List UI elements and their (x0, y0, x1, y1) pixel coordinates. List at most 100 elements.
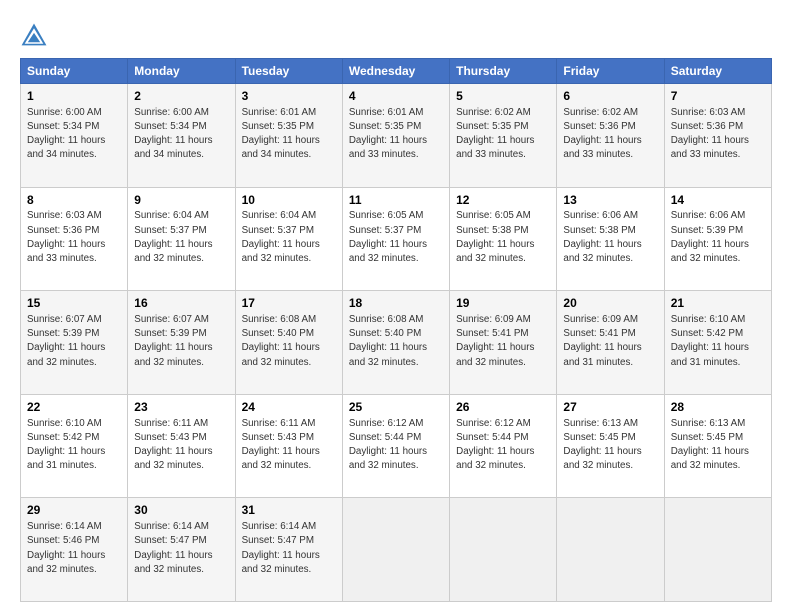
calendar-cell (342, 498, 449, 602)
calendar-cell: 12Sunrise: 6:05 AM Sunset: 5:38 PM Dayli… (450, 187, 557, 291)
day-info: Sunrise: 6:01 AM Sunset: 5:35 PM Dayligh… (242, 106, 336, 163)
day-info: Sunrise: 6:02 AM Sunset: 5:35 PM Dayligh… (456, 106, 550, 163)
week-row-4: 22Sunrise: 6:10 AM Sunset: 5:42 PM Dayli… (21, 394, 772, 498)
day-info: Sunrise: 6:07 AM Sunset: 5:39 PM Dayligh… (134, 313, 228, 370)
day-info: Sunrise: 6:03 AM Sunset: 5:36 PM Dayligh… (27, 209, 121, 266)
page: SundayMondayTuesdayWednesdayThursdayFrid… (0, 0, 792, 612)
column-header-saturday: Saturday (664, 59, 771, 84)
day-info: Sunrise: 6:10 AM Sunset: 5:42 PM Dayligh… (27, 417, 121, 474)
calendar-cell: 4Sunrise: 6:01 AM Sunset: 5:35 PM Daylig… (342, 84, 449, 188)
column-header-thursday: Thursday (450, 59, 557, 84)
calendar-cell (450, 498, 557, 602)
day-info: Sunrise: 6:09 AM Sunset: 5:41 PM Dayligh… (456, 313, 550, 370)
calendar-cell: 28Sunrise: 6:13 AM Sunset: 5:45 PM Dayli… (664, 394, 771, 498)
day-info: Sunrise: 6:10 AM Sunset: 5:42 PM Dayligh… (671, 313, 765, 370)
day-info: Sunrise: 6:11 AM Sunset: 5:43 PM Dayligh… (134, 417, 228, 474)
calendar-cell: 27Sunrise: 6:13 AM Sunset: 5:45 PM Dayli… (557, 394, 664, 498)
day-number: 29 (27, 502, 121, 519)
day-info: Sunrise: 6:02 AM Sunset: 5:36 PM Dayligh… (563, 106, 657, 163)
column-header-tuesday: Tuesday (235, 59, 342, 84)
day-info: Sunrise: 6:08 AM Sunset: 5:40 PM Dayligh… (349, 313, 443, 370)
calendar-cell: 2Sunrise: 6:00 AM Sunset: 5:34 PM Daylig… (128, 84, 235, 188)
column-header-friday: Friday (557, 59, 664, 84)
week-row-1: 1Sunrise: 6:00 AM Sunset: 5:34 PM Daylig… (21, 84, 772, 188)
calendar-table: SundayMondayTuesdayWednesdayThursdayFrid… (20, 58, 772, 602)
day-info: Sunrise: 6:14 AM Sunset: 5:47 PM Dayligh… (134, 520, 228, 577)
logo (20, 22, 52, 50)
day-info: Sunrise: 6:01 AM Sunset: 5:35 PM Dayligh… (349, 106, 443, 163)
day-info: Sunrise: 6:11 AM Sunset: 5:43 PM Dayligh… (242, 417, 336, 474)
day-number: 5 (456, 88, 550, 105)
day-number: 16 (134, 295, 228, 312)
calendar-cell: 25Sunrise: 6:12 AM Sunset: 5:44 PM Dayli… (342, 394, 449, 498)
calendar-cell: 15Sunrise: 6:07 AM Sunset: 5:39 PM Dayli… (21, 291, 128, 395)
day-info: Sunrise: 6:14 AM Sunset: 5:46 PM Dayligh… (27, 520, 121, 577)
day-number: 15 (27, 295, 121, 312)
calendar-cell: 1Sunrise: 6:00 AM Sunset: 5:34 PM Daylig… (21, 84, 128, 188)
calendar-cell: 16Sunrise: 6:07 AM Sunset: 5:39 PM Dayli… (128, 291, 235, 395)
day-number: 31 (242, 502, 336, 519)
day-number: 28 (671, 399, 765, 416)
day-info: Sunrise: 6:00 AM Sunset: 5:34 PM Dayligh… (27, 106, 121, 163)
calendar-cell: 8Sunrise: 6:03 AM Sunset: 5:36 PM Daylig… (21, 187, 128, 291)
day-number: 8 (27, 192, 121, 209)
calendar-cell: 5Sunrise: 6:02 AM Sunset: 5:35 PM Daylig… (450, 84, 557, 188)
week-row-3: 15Sunrise: 6:07 AM Sunset: 5:39 PM Dayli… (21, 291, 772, 395)
day-info: Sunrise: 6:12 AM Sunset: 5:44 PM Dayligh… (456, 417, 550, 474)
day-number: 9 (134, 192, 228, 209)
day-number: 30 (134, 502, 228, 519)
day-number: 3 (242, 88, 336, 105)
day-info: Sunrise: 6:03 AM Sunset: 5:36 PM Dayligh… (671, 106, 765, 163)
calendar-cell: 30Sunrise: 6:14 AM Sunset: 5:47 PM Dayli… (128, 498, 235, 602)
calendar-cell: 22Sunrise: 6:10 AM Sunset: 5:42 PM Dayli… (21, 394, 128, 498)
day-number: 2 (134, 88, 228, 105)
day-number: 7 (671, 88, 765, 105)
day-number: 26 (456, 399, 550, 416)
calendar-cell: 19Sunrise: 6:09 AM Sunset: 5:41 PM Dayli… (450, 291, 557, 395)
calendar-cell: 9Sunrise: 6:04 AM Sunset: 5:37 PM Daylig… (128, 187, 235, 291)
day-info: Sunrise: 6:05 AM Sunset: 5:38 PM Dayligh… (456, 209, 550, 266)
day-number: 17 (242, 295, 336, 312)
calendar-cell: 21Sunrise: 6:10 AM Sunset: 5:42 PM Dayli… (664, 291, 771, 395)
calendar-cell: 17Sunrise: 6:08 AM Sunset: 5:40 PM Dayli… (235, 291, 342, 395)
day-info: Sunrise: 6:06 AM Sunset: 5:38 PM Dayligh… (563, 209, 657, 266)
day-number: 18 (349, 295, 443, 312)
day-number: 27 (563, 399, 657, 416)
header-row: SundayMondayTuesdayWednesdayThursdayFrid… (21, 59, 772, 84)
day-number: 24 (242, 399, 336, 416)
calendar-cell: 13Sunrise: 6:06 AM Sunset: 5:38 PM Dayli… (557, 187, 664, 291)
week-row-5: 29Sunrise: 6:14 AM Sunset: 5:46 PM Dayli… (21, 498, 772, 602)
day-number: 1 (27, 88, 121, 105)
day-info: Sunrise: 6:13 AM Sunset: 5:45 PM Dayligh… (671, 417, 765, 474)
day-number: 19 (456, 295, 550, 312)
day-info: Sunrise: 6:04 AM Sunset: 5:37 PM Dayligh… (134, 209, 228, 266)
calendar-cell: 6Sunrise: 6:02 AM Sunset: 5:36 PM Daylig… (557, 84, 664, 188)
logo-icon (20, 22, 48, 50)
calendar-cell: 10Sunrise: 6:04 AM Sunset: 5:37 PM Dayli… (235, 187, 342, 291)
column-header-wednesday: Wednesday (342, 59, 449, 84)
day-info: Sunrise: 6:07 AM Sunset: 5:39 PM Dayligh… (27, 313, 121, 370)
calendar-cell: 20Sunrise: 6:09 AM Sunset: 5:41 PM Dayli… (557, 291, 664, 395)
week-row-2: 8Sunrise: 6:03 AM Sunset: 5:36 PM Daylig… (21, 187, 772, 291)
header (20, 18, 772, 50)
calendar-cell: 14Sunrise: 6:06 AM Sunset: 5:39 PM Dayli… (664, 187, 771, 291)
calendar-cell (664, 498, 771, 602)
day-info: Sunrise: 6:09 AM Sunset: 5:41 PM Dayligh… (563, 313, 657, 370)
calendar-cell: 24Sunrise: 6:11 AM Sunset: 5:43 PM Dayli… (235, 394, 342, 498)
day-number: 13 (563, 192, 657, 209)
calendar-cell: 11Sunrise: 6:05 AM Sunset: 5:37 PM Dayli… (342, 187, 449, 291)
calendar-cell: 3Sunrise: 6:01 AM Sunset: 5:35 PM Daylig… (235, 84, 342, 188)
day-info: Sunrise: 6:13 AM Sunset: 5:45 PM Dayligh… (563, 417, 657, 474)
calendar-cell: 7Sunrise: 6:03 AM Sunset: 5:36 PM Daylig… (664, 84, 771, 188)
day-info: Sunrise: 6:04 AM Sunset: 5:37 PM Dayligh… (242, 209, 336, 266)
day-number: 11 (349, 192, 443, 209)
day-number: 21 (671, 295, 765, 312)
calendar-cell: 31Sunrise: 6:14 AM Sunset: 5:47 PM Dayli… (235, 498, 342, 602)
calendar-cell: 18Sunrise: 6:08 AM Sunset: 5:40 PM Dayli… (342, 291, 449, 395)
calendar-cell: 26Sunrise: 6:12 AM Sunset: 5:44 PM Dayli… (450, 394, 557, 498)
day-info: Sunrise: 6:12 AM Sunset: 5:44 PM Dayligh… (349, 417, 443, 474)
day-number: 6 (563, 88, 657, 105)
day-number: 12 (456, 192, 550, 209)
calendar-cell: 23Sunrise: 6:11 AM Sunset: 5:43 PM Dayli… (128, 394, 235, 498)
calendar-cell: 29Sunrise: 6:14 AM Sunset: 5:46 PM Dayli… (21, 498, 128, 602)
